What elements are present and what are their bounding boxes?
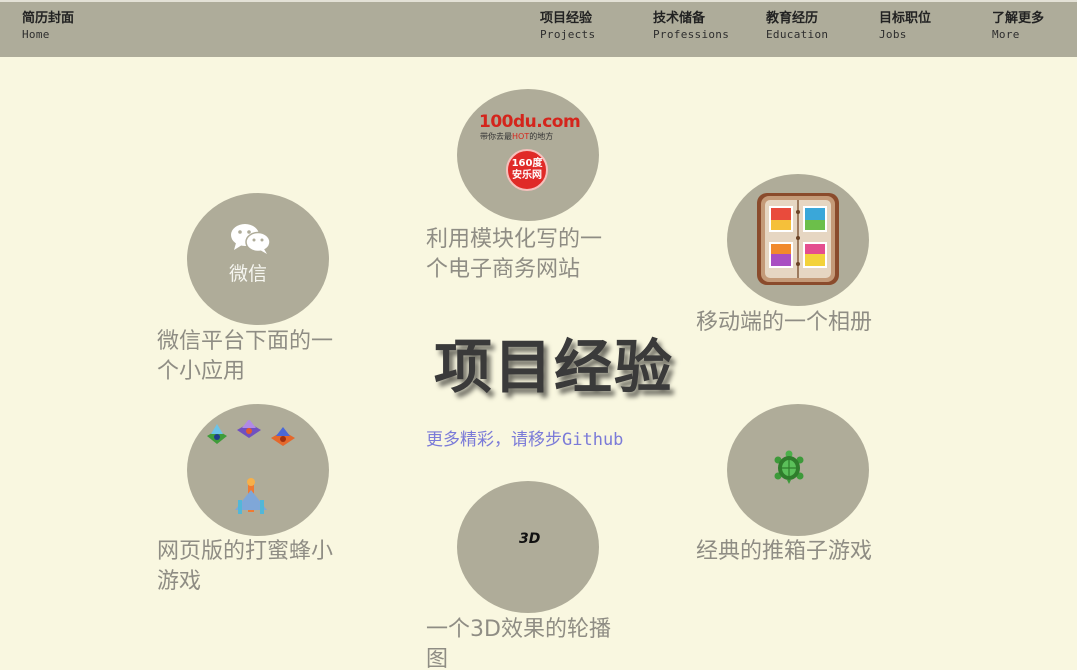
caption-line: 游戏 <box>157 569 202 594</box>
top-navbar: 简历封面 Home 项目经验 Projects 技术储备 Professions… <box>0 2 1077 57</box>
project-sokoban-caption: 经典的推箱子游戏 <box>696 537 872 567</box>
tagline-hot: HOT <box>512 132 530 141</box>
project-wechat-circle[interactable]: 微信 <box>187 193 329 325</box>
nav-home-label-en: Home <box>22 28 50 41</box>
nav-item-jobs[interactable]: 目标职位 Jobs <box>879 11 931 42</box>
project-ecommerce-caption: 利用模块化写的一 个电子商务网站 <box>426 225 602 285</box>
caption-line: 网页版的打蜜蜂小 <box>157 539 334 564</box>
caption-line: 图 <box>426 647 449 670</box>
nav-jobs-label-en: Jobs <box>879 28 907 41</box>
nav-education-label-en: Education <box>766 28 829 41</box>
enemy-bee-orange <box>271 427 295 446</box>
nav-more-label-cn: 了解更多 <box>992 11 1045 26</box>
page-title: 项目经验 <box>434 333 675 401</box>
nav-jobs-label-cn: 目标职位 <box>879 11 932 26</box>
tagline-post: 的地方 <box>529 132 554 141</box>
badge-line: 160 <box>511 158 533 169</box>
bee-game-icon <box>207 420 295 514</box>
project-album-caption: 移动端的一个相册 <box>696 308 872 338</box>
nav-projects-label-en: Projects <box>540 28 596 41</box>
caption-line: 经典的推箱子游戏 <box>696 539 873 564</box>
wechat-icon-label: 微信 <box>229 263 268 285</box>
nav-professions-label-en: Professions <box>653 28 730 41</box>
nav-projects-label-cn: 项目经验 <box>540 11 593 26</box>
tagline-pre: 带你去最 <box>480 132 512 141</box>
turtle-icon <box>774 450 804 484</box>
nav-item-more[interactable]: 了解更多 More <box>992 11 1044 42</box>
3d-icon: 3D <box>519 531 541 547</box>
caption-line: 个小应用 <box>157 359 246 384</box>
nav-item-education[interactable]: 教育经历 Education <box>766 11 828 42</box>
badge-line: 度 <box>532 158 543 169</box>
wechat-icon <box>231 224 271 254</box>
nav-item-projects[interactable]: 项目经验 Projects <box>540 11 595 42</box>
project-bee-game-circle[interactable] <box>187 404 329 536</box>
100du-logo-tagline: 带你去最HOT的地方 <box>480 132 553 142</box>
100du-logo: 100du.com <box>479 112 581 132</box>
project-3d-carousel-caption: 一个3D效果的轮播 图 <box>426 615 611 670</box>
nav-home-label-cn: 简历封面 <box>22 11 75 26</box>
project-bee-game-caption: 网页版的打蜜蜂小 游戏 <box>157 537 333 597</box>
caption-line: 微信平台下面的一 <box>157 329 334 354</box>
nav-education-label-cn: 教育经历 <box>766 11 819 26</box>
project-wechat-caption: 微信平台下面的一 个小应用 <box>157 327 333 387</box>
nav-item-home[interactable]: 简历封面 Home <box>22 11 74 42</box>
enemy-bee-green <box>207 424 227 444</box>
project-album-circle[interactable] <box>727 174 869 306</box>
badge-line: 安乐网 <box>512 170 542 181</box>
github-link[interactable]: 更多精彩，请移步Github <box>426 425 623 450</box>
nav-item-professions[interactable]: 技术储备 Professions <box>653 11 729 42</box>
caption-line: 个电子商务网站 <box>426 257 581 282</box>
player-ship <box>235 478 267 514</box>
caption-line: 移动端的一个相册 <box>696 310 873 335</box>
project-sokoban-circle[interactable] <box>727 404 869 536</box>
nav-more-label-en: More <box>992 28 1020 41</box>
photo-album-icon <box>757 193 839 285</box>
caption-line: 一个3D效果的轮播 <box>426 617 611 642</box>
160du-badge-icon: 160度 安乐网 <box>506 149 548 191</box>
enemy-bee-purple <box>237 420 261 438</box>
project-ecommerce-circle[interactable]: 100du.com 带你去最HOT的地方 160度 安乐网 <box>457 89 599 221</box>
nav-professions-label-cn: 技术储备 <box>653 11 706 26</box>
caption-line: 利用模块化写的一 <box>426 227 603 252</box>
project-3d-carousel-circle[interactable]: 3D <box>457 481 599 613</box>
